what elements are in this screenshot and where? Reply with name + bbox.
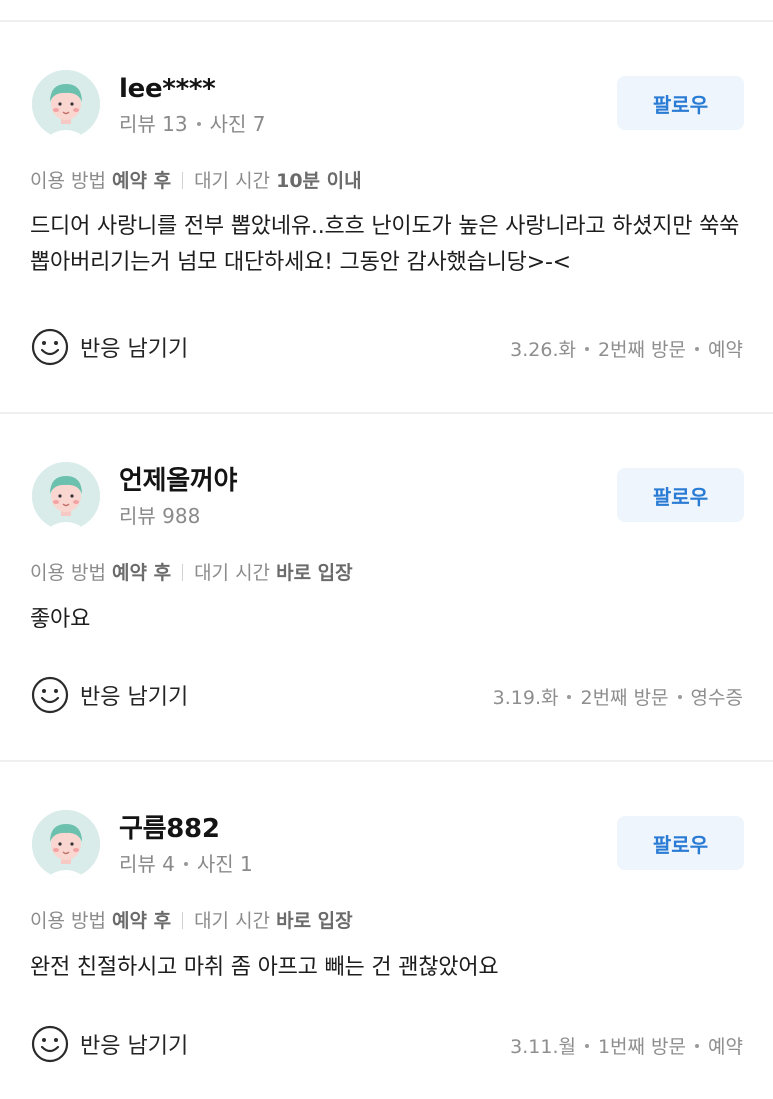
review-text[interactable]: 드디어 사랑니를 전부 뽑았네유..흐흐 난이도가 높은 사랑니라고 하셨지만 …	[30, 209, 742, 281]
usage-value: 예약 후	[112, 562, 172, 584]
smile-icon	[31, 328, 69, 366]
visit-date: 3.19.화	[492, 687, 559, 709]
wait-value: 바로 입장	[276, 910, 353, 932]
usage-label: 이용 방법	[30, 910, 106, 932]
react-label: 반응 남기기	[80, 685, 189, 710]
follow-button[interactable]: 팔로우	[617, 468, 744, 522]
dot-separator	[695, 346, 700, 351]
follow-button[interactable]: 팔로우	[617, 816, 744, 870]
visit-method: 영수증	[690, 687, 743, 709]
wait-label: 대기 시간	[194, 562, 271, 584]
dot-separator	[196, 121, 201, 126]
visit-info: 3.19.화 2번째 방문 영수증	[493, 683, 743, 710]
wait-label: 대기 시간	[194, 170, 271, 192]
visit-method: 예약	[708, 1036, 743, 1058]
dot-separator	[695, 1043, 700, 1048]
reviewer-nickname[interactable]: 구름882	[119, 814, 220, 844]
visit-info: 3.11.월 1번째 방문 예약	[510, 1032, 743, 1059]
visit-count: 2번째 방문	[580, 687, 669, 709]
reviewer-nickname[interactable]: 언제올꺼야	[119, 466, 237, 496]
smile-icon	[31, 1025, 69, 1063]
review-count: 리뷰 4	[119, 852, 175, 876]
visit-info: 3.26.화 2번째 방문 예약	[510, 335, 743, 362]
react-label: 반응 남기기	[80, 337, 189, 362]
review-divider	[0, 760, 773, 762]
react-button[interactable]: 반응 남기기	[30, 1024, 188, 1064]
reviewer-stats: 리뷰 13 사진 7	[119, 111, 266, 137]
avatar[interactable]	[32, 462, 100, 530]
reviewer-stats: 리뷰 988	[119, 503, 200, 529]
user-avatar-icon	[32, 70, 100, 138]
usage-info: 이용 방법 예약 후 대기 시간 10분 이내	[30, 169, 362, 193]
usage-value: 예약 후	[112, 170, 172, 192]
wait-value: 10분 이내	[276, 170, 362, 192]
separator	[182, 563, 184, 581]
user-avatar-icon	[32, 462, 100, 530]
photo-count: 사진 1	[196, 852, 253, 876]
dot-separator	[584, 346, 589, 351]
dot-separator	[677, 694, 682, 699]
visit-method: 예약	[708, 339, 743, 361]
avatar[interactable]	[32, 70, 100, 138]
smile-icon	[31, 676, 69, 714]
photo-count: 사진 7	[209, 112, 266, 136]
top-divider	[0, 20, 773, 22]
usage-info: 이용 방법 예약 후 대기 시간 바로 입장	[30, 561, 353, 585]
reviewer-stats: 리뷰 4 사진 1	[119, 851, 253, 877]
dot-separator	[567, 694, 572, 699]
usage-label: 이용 방법	[30, 562, 106, 584]
separator	[182, 171, 184, 189]
wait-value: 바로 입장	[276, 562, 353, 584]
review-count: 리뷰 988	[119, 504, 201, 528]
separator	[182, 911, 184, 929]
react-button[interactable]: 반응 남기기	[30, 327, 188, 367]
visit-date: 3.26.화	[510, 339, 576, 361]
avatar[interactable]	[32, 810, 100, 878]
follow-button[interactable]: 팔로우	[617, 76, 744, 130]
react-label: 반응 남기기	[80, 1034, 189, 1059]
dot-separator	[584, 1043, 589, 1048]
reviewer-nickname[interactable]: lee****	[119, 74, 216, 104]
visit-count: 1번째 방문	[597, 1036, 687, 1058]
visit-count: 2번째 방문	[597, 339, 687, 361]
usage-value: 예약 후	[112, 910, 172, 932]
review-text[interactable]: 좋아요	[30, 602, 742, 638]
visit-date: 3.11.월	[510, 1036, 576, 1058]
user-avatar-icon	[32, 810, 100, 878]
dot-separator	[183, 861, 188, 866]
review-text[interactable]: 완전 친절하시고 마취 좀 아프고 빼는 건 괜찮았어요	[30, 950, 742, 986]
react-button[interactable]: 반응 남기기	[30, 675, 188, 715]
usage-info: 이용 방법 예약 후 대기 시간 바로 입장	[30, 909, 353, 933]
usage-label: 이용 방법	[30, 170, 106, 192]
review-divider	[0, 412, 773, 414]
review-count: 리뷰 13	[119, 112, 188, 136]
wait-label: 대기 시간	[194, 910, 271, 932]
